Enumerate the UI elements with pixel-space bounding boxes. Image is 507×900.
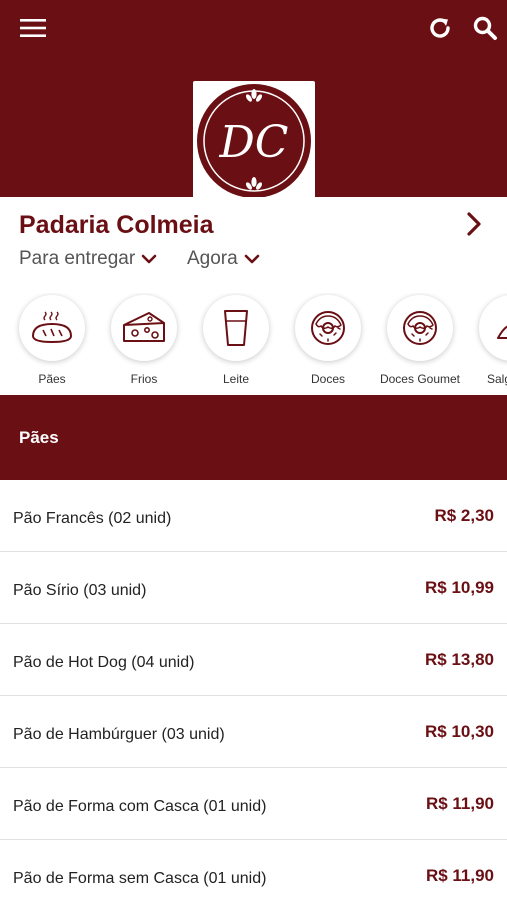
product-name: Pão de Forma com Casca (01 unid) [13, 798, 267, 815]
product-list: Pão Francês (02 unid) R$ 2,30 Pão Sírio … [0, 480, 507, 900]
app-header: DC [0, 0, 507, 201]
donut-icon [387, 295, 453, 361]
list-item[interactable]: Pão de Hambúrguer (03 unid) R$ 10,30 [0, 696, 507, 768]
chevron-down-icon [244, 254, 260, 264]
category-label: Doces Goumet [379, 372, 461, 386]
category-doces[interactable]: Doces [282, 293, 374, 393]
category-label: Pães [38, 372, 66, 386]
category-paes[interactable]: Pães [6, 293, 98, 393]
cheese-icon [111, 295, 177, 361]
store-name: Padaria Colmeia [19, 211, 214, 239]
refresh-icon[interactable] [424, 12, 456, 44]
product-name: Pão de Forma sem Casca (01 unid) [13, 870, 267, 887]
section-header: Pães [0, 395, 507, 480]
category-doces-goumet[interactable]: Doces Goumet [374, 293, 466, 393]
product-price: R$ 11,90 [425, 866, 494, 885]
list-item[interactable]: Pão de Forma sem Casca (01 unid) R$ 11,9… [0, 840, 507, 900]
list-item[interactable]: Pão Sírio (03 unid) R$ 10,99 [0, 552, 507, 624]
product-name: Pão Francês (02 unid) [13, 510, 172, 527]
delivery-mode-select[interactable]: Para entregar [19, 248, 157, 270]
product-price: R$ 10,30 [425, 722, 494, 741]
product-name: Pão Sírio (03 unid) [13, 582, 147, 599]
bread-icon [19, 295, 85, 361]
hamburger-menu-icon[interactable] [17, 12, 49, 44]
list-item[interactable]: Pão de Hot Dog (04 unid) R$ 13,80 [0, 624, 507, 696]
delivery-time-select[interactable]: Agora [187, 248, 260, 270]
delivery-time-label: Agora [187, 248, 238, 269]
product-price: R$ 2,30 [434, 506, 494, 525]
donut-icon [295, 295, 361, 361]
store-logo: DC [193, 81, 315, 201]
category-carousel[interactable]: Pães Frios Leite Doces Doces Goumet Sal [0, 293, 507, 395]
product-name: Pão de Hot Dog (04 unid) [13, 654, 195, 671]
category-leite[interactable]: Leite [190, 293, 282, 393]
category-label: Doces [310, 372, 345, 386]
category-label: Salgados [486, 372, 507, 386]
list-item[interactable]: Pão de Forma com Casca (01 unid) R$ 11,9… [0, 768, 507, 840]
product-price: R$ 13,80 [425, 650, 494, 669]
savory-icon [479, 295, 507, 361]
delivery-mode-label: Para entregar [19, 248, 136, 269]
category-salgados[interactable]: Salgados [466, 293, 507, 393]
category-frios[interactable]: Frios [98, 293, 190, 393]
logo-initials: DC [219, 117, 289, 168]
category-label: Leite [222, 372, 250, 386]
product-price: R$ 11,90 [425, 794, 494, 813]
chevron-right-icon[interactable] [462, 209, 486, 239]
product-name: Pão de Hambúrguer (03 unid) [13, 726, 225, 743]
chevron-down-icon [141, 254, 157, 264]
product-price: R$ 10,99 [425, 578, 494, 597]
category-label: Frios [130, 372, 158, 386]
list-item[interactable]: Pão Francês (02 unid) R$ 2,30 [0, 480, 507, 552]
store-info: Padaria Colmeia Para entregar Agora [0, 197, 507, 293]
search-icon[interactable] [469, 12, 501, 44]
milk-glass-icon [203, 295, 269, 361]
section-title: Pães [19, 428, 59, 447]
